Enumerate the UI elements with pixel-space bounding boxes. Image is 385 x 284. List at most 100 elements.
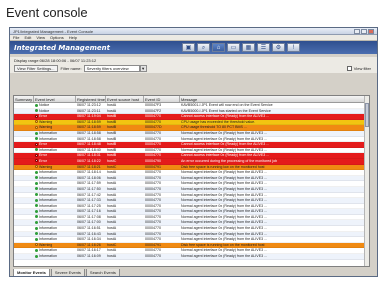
info-icon [35,237,38,241]
summary-cell [14,120,34,125]
warning-icon [35,165,38,169]
source-host-cell: hostA [107,209,117,214]
tab-severe-events[interactable]: Severe Events [50,269,85,276]
menu-options[interactable]: Options [50,35,64,40]
filter-row: View Filter Settings... Filter name: Sev… [10,64,377,73]
window-icon[interactable]: ▭ [227,43,240,52]
registered-time-cell: 06/07 11:17:42 [77,192,101,197]
minimize-icon[interactable] [354,28,360,34]
warning-icon [35,243,38,247]
registered-time-cell: 06/07 11:16:17 [77,248,101,253]
column-registered-time[interactable]: Registered time [76,96,106,102]
event-console-window: JP1/Integrated Management - Event Consol… [9,27,378,277]
list-icon[interactable]: ☰ [257,43,270,52]
view-filter-settings-button[interactable]: View Filter Settings... [14,65,58,72]
message-cell: Disk free space is running low on the mo… [181,242,265,247]
chevron-down-icon[interactable]: ▼ [139,65,147,72]
menu-view[interactable]: View [36,35,45,40]
message-cell: Normal agent interface 0x (Ready) from t… [181,136,268,141]
registered-time-cell: 06/07 11:17:08 [77,214,101,219]
checkbox-box[interactable] [346,66,352,71]
source-host-cell: hostB [107,130,117,135]
event-level-text: Error [39,142,47,147]
vertical-scrollbar[interactable] [364,96,369,266]
event-level-cell: Warning [34,165,76,170]
event-id-cell: 0000477D [145,125,162,130]
message-cell: CPU usage threshold TO 80 PCT BMS ... [181,125,247,130]
message-cell: Normal agent interface 0x (Ready) from t… [181,231,268,236]
event-level-cell: Information [34,204,76,209]
registered-time-cell: 06/07 11:17:59 [77,181,101,186]
summary-cell [14,165,34,170]
source-host-cell: hostA [107,175,117,180]
event-level-cell: Information [34,137,76,142]
menu-file[interactable]: File [13,35,19,40]
registered-time-cell: 06/07 11:18:06 [77,175,101,180]
message-cell: Normal agent interface 0x (Ready) from t… [181,203,268,208]
column-summary[interactable]: Summary [14,96,34,102]
column-message[interactable]: Message [180,96,369,102]
event-level-cell: Information [34,131,76,136]
event-id-cell: 00004770 [145,203,161,208]
event-level-cell: Information [34,198,76,203]
source-host-cell: hostA [107,231,117,236]
scrollbar-thumb[interactable] [365,103,369,127]
message-cell: CPU usage has exceeded the threshold val… [181,119,256,124]
event-id-cell: 000047F2 [145,108,162,113]
alert-icon[interactable]: ! [287,43,300,52]
event-id-cell: 00004770 [145,175,161,180]
source-host-cell: hostB [107,142,117,147]
event-level-text: Information [39,248,57,253]
column-event-level[interactable]: Event level [34,96,76,102]
registered-time-cell: 06/07 11:16:26 [77,242,101,247]
source-host-cell: hostA [107,198,117,203]
registered-time-cell: 06/07 11:18:14 [77,170,101,175]
filter-name-select[interactable]: Severity filters overview [83,65,140,72]
summary-cell [14,204,34,209]
source-host-cell: hostA [107,103,117,107]
maximize-icon[interactable] [361,28,367,34]
event-level-text: Information [39,231,57,236]
info-icon [35,221,38,225]
info-icon [35,248,38,252]
summary-cell [14,181,34,186]
menu-help[interactable]: Help [69,35,77,40]
tab-search-events[interactable]: Search Events [85,269,120,276]
event-id-cell: 00004770 [145,226,161,231]
info-icon [35,187,38,191]
monitor-icon[interactable]: ▣ [182,43,195,52]
column-event-id[interactable]: Event ID [144,96,180,102]
view-filter-checkbox[interactable]: View filter [346,66,371,71]
event-level-cell: Information [34,148,76,153]
system-icon[interactable]: ▦ [242,43,255,52]
message-cell: Normal agent interface 0x (Ready) from t… [181,237,268,242]
event-level-cell: Information [34,220,76,225]
toolbar: ▣ ⌕ ⌂ ▭ ▦ ☰ ⚙ ! [182,43,302,52]
summary-cell [14,103,34,108]
source-host-cell: hostB [107,119,117,124]
event-level-text: Warning [39,119,53,124]
table-row[interactable]: Information 06/07 11:16:09 hostA 00004770 No… [14,254,369,260]
event-level-text: Information [39,186,57,191]
message-cell: KAVB5000-I JP1 Event has started on the … [181,108,271,113]
source-host-cell: hostA [107,248,117,253]
display-range: Display range:06/28 18:00:06 - 06/07 11:… [10,57,377,64]
message-cell: Normal agent interface 0x (Ready) from t… [181,186,268,191]
tab-monitor-events[interactable]: Monitor Events [13,269,50,276]
close-icon[interactable] [368,28,374,34]
event-id-cell: 00004770 [145,114,161,119]
summary-cell [14,187,34,192]
menu-edit[interactable]: Edit [24,35,31,40]
summary-cell [14,243,34,248]
home-icon[interactable]: ⌂ [212,43,225,52]
config-icon[interactable]: ⚙ [272,43,285,52]
search-icon[interactable]: ⌕ [197,43,210,52]
column-source-host[interactable]: Event source host [106,96,144,102]
event-id-cell: 00004790 [145,158,161,163]
source-host-cell: hostA [107,226,117,231]
summary-cell [14,131,34,136]
registered-time-cell: 06/07 11:18:21 [77,164,101,169]
summary-cell [14,209,34,214]
event-level-text: Information [39,237,57,242]
registered-time-cell: 06/07 11:17:00 [77,220,101,225]
